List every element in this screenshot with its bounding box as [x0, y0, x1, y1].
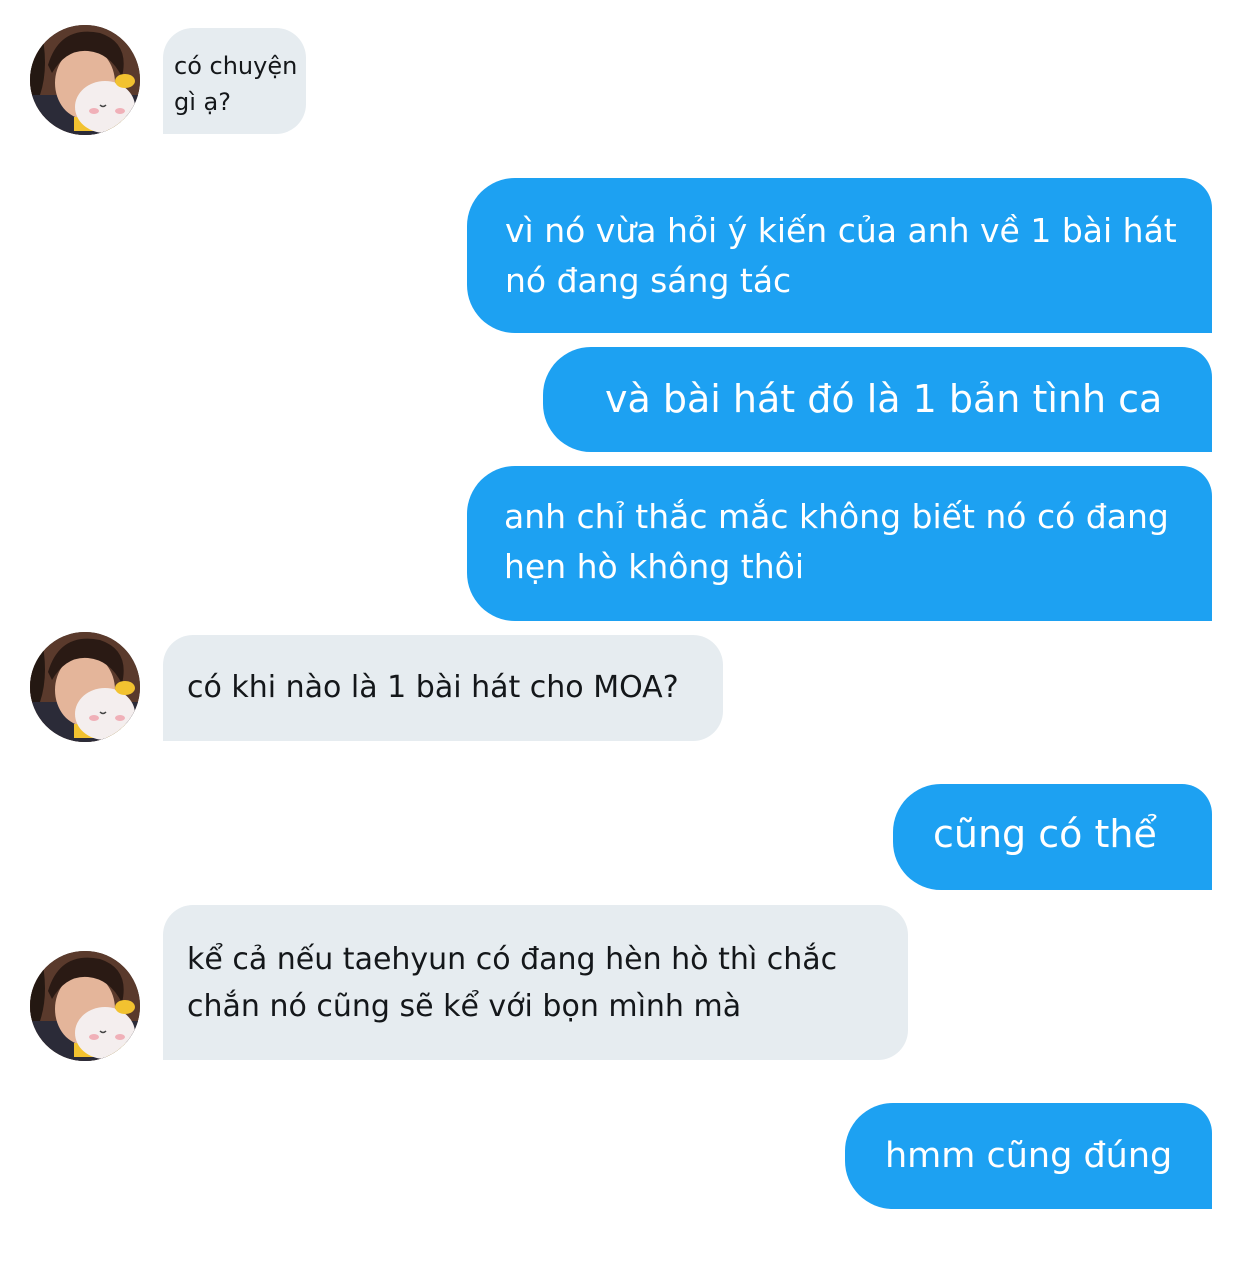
- incoming-message-bubble[interactable]: có khi nào là 1 bài hát cho MOA?: [163, 635, 723, 741]
- outgoing-message-bubble[interactable]: và bài hát đó là 1 bản tình ca: [543, 347, 1212, 452]
- avatar-icon[interactable]: [30, 632, 140, 742]
- avatar-icon[interactable]: [30, 951, 140, 1061]
- outgoing-message-bubble[interactable]: hmm cũng đúng: [845, 1103, 1212, 1209]
- avatar-icon[interactable]: [30, 25, 140, 135]
- incoming-message-bubble[interactable]: có chuyện gì ạ?: [163, 28, 306, 134]
- outgoing-message-bubble[interactable]: cũng có thể: [893, 784, 1212, 890]
- outgoing-message-bubble[interactable]: anh chỉ thắc mắc không biết nó có đang h…: [467, 466, 1212, 621]
- outgoing-message-bubble[interactable]: vì nó vừa hỏi ý kiến của anh về 1 bài há…: [467, 178, 1212, 333]
- incoming-message-bubble[interactable]: kể cả nếu taehyun có đang hèn hò thì chắ…: [163, 905, 908, 1060]
